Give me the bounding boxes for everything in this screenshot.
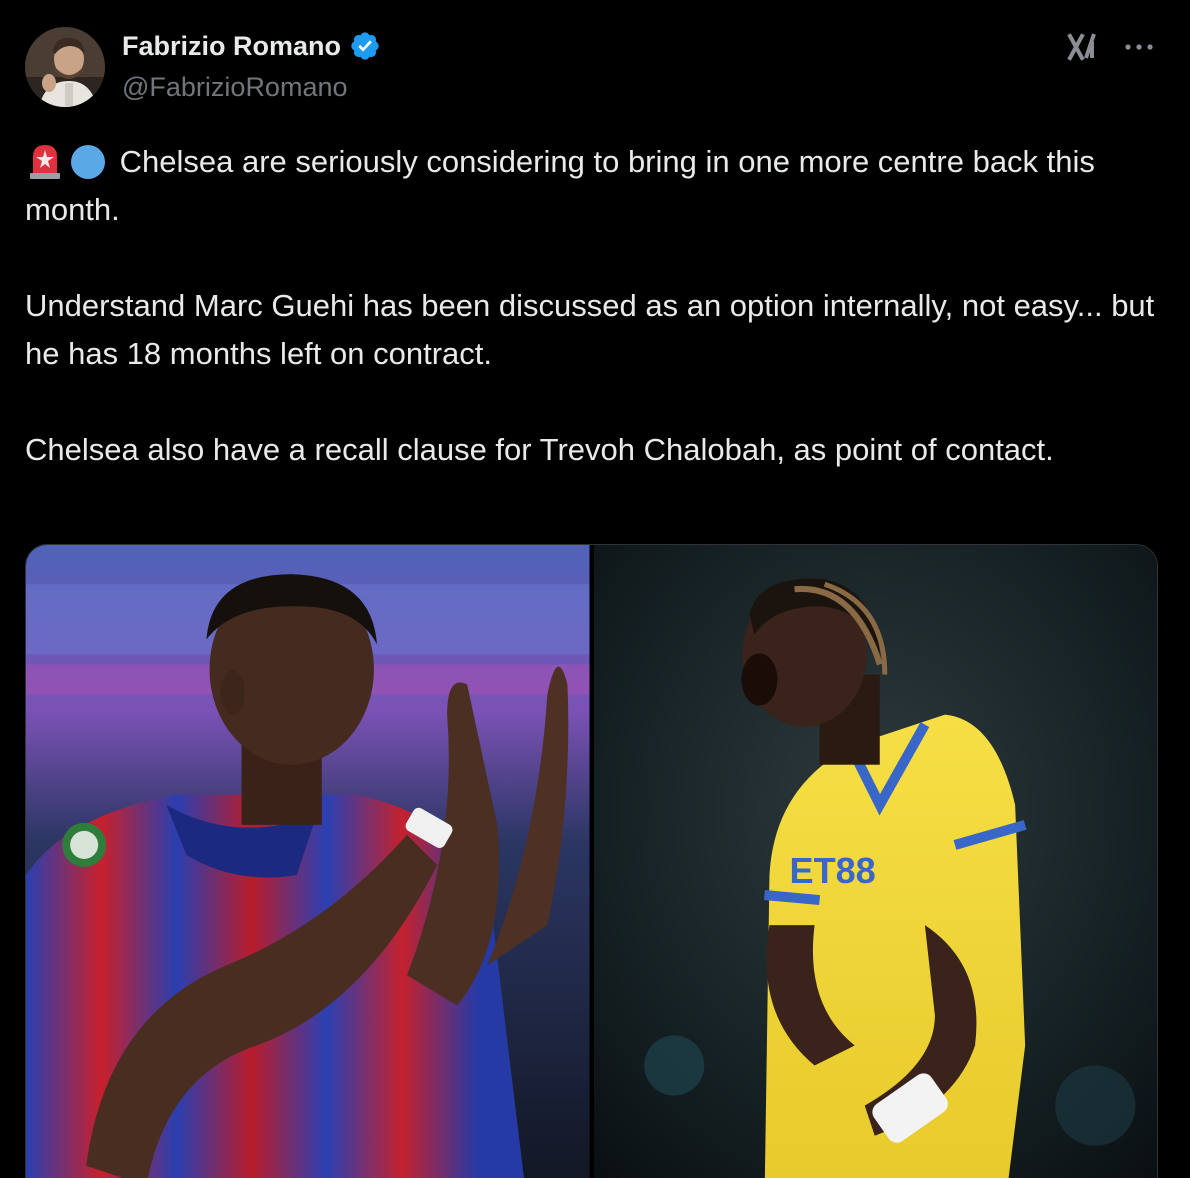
more-options-icon[interactable] [1122, 32, 1156, 62]
tweet-paragraph-2: Understand Marc Guehi has been discussed… [25, 288, 1155, 371]
verified-badge-icon [351, 32, 379, 60]
author-name[interactable]: Fabrizio Romano [122, 31, 341, 62]
author-handle[interactable]: @FabrizioRomano [122, 72, 348, 103]
tweet-text: Chelsea are seriously considering to bri… [25, 138, 1165, 474]
media-grid: ET88 [25, 544, 1158, 1178]
author-avatar[interactable] [25, 27, 105, 107]
shirt-sponsor-text: ET88 [789, 850, 875, 891]
media-photo-1[interactable] [26, 545, 590, 1178]
tweet-card: Fabrizio Romano @FabrizioRomano Chelsea … [0, 0, 1190, 1178]
grok-icon[interactable] [1064, 28, 1102, 66]
player-clapping-photo [26, 545, 590, 1178]
rotating-light-emoji [30, 145, 60, 179]
tweet-paragraph-3: Chelsea also have a recall clause for Tr… [25, 432, 1054, 467]
media-photo-2[interactable]: ET88 [593, 545, 1157, 1178]
tweet-paragraph-1: Chelsea are seriously considering to bri… [25, 138, 1165, 234]
player-celebrating-photo: ET88 [593, 545, 1157, 1178]
blue-circle-emoji [71, 145, 105, 179]
avatar-portrait-image [25, 27, 105, 107]
tweet-paragraph-1-text: Chelsea are seriously considering to bri… [25, 144, 1095, 227]
author-name-row[interactable]: Fabrizio Romano [122, 30, 381, 62]
